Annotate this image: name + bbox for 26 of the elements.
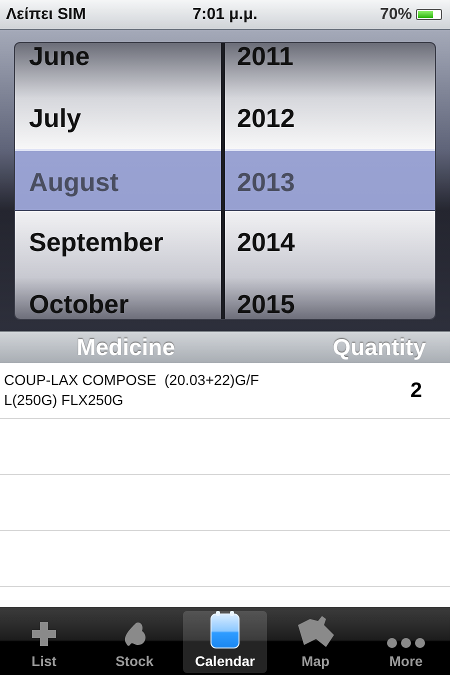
tab[interactable]: Stock (92, 611, 176, 673)
carrier-label: Λείπει SIM (6, 6, 86, 24)
picker-option[interactable]: 2011 (225, 43, 435, 87)
battery-icon (416, 9, 442, 20)
tab[interactable]: Map (274, 611, 358, 673)
picker-option[interactable]: 2015 (225, 273, 435, 319)
table-cell-text: COUP-LAX COMPOSE (20.03+22)G/F L(250G) FLX250G (3, 372, 260, 410)
battery-percent: 70% (380, 6, 412, 24)
clock: 7:01 μ.μ. (192, 6, 258, 24)
tab[interactable]: List (2, 611, 86, 673)
column-header: Medicine (76, 334, 175, 361)
plus-icon (29, 619, 59, 649)
table-cell: 2 (410, 378, 422, 402)
picker-option[interactable]: September (15, 211, 221, 273)
more-icon (386, 637, 426, 649)
column-header: Quantity (332, 334, 426, 361)
picker-option[interactable]: June (15, 43, 221, 87)
picker-option[interactable]: October (15, 273, 221, 319)
calendar-icon (210, 611, 240, 649)
date-picker[interactable]: June July August September October 2011 2012 2013 2014 2015 (14, 42, 436, 320)
map-icon (296, 615, 336, 649)
picker-option[interactable]: 2014 (225, 211, 435, 273)
tab[interactable]: More (364, 611, 448, 673)
picker-option[interactable]: 2012 (225, 87, 435, 149)
tab[interactable]: Calendar (183, 611, 267, 673)
picker-option[interactable]: July (15, 87, 221, 149)
